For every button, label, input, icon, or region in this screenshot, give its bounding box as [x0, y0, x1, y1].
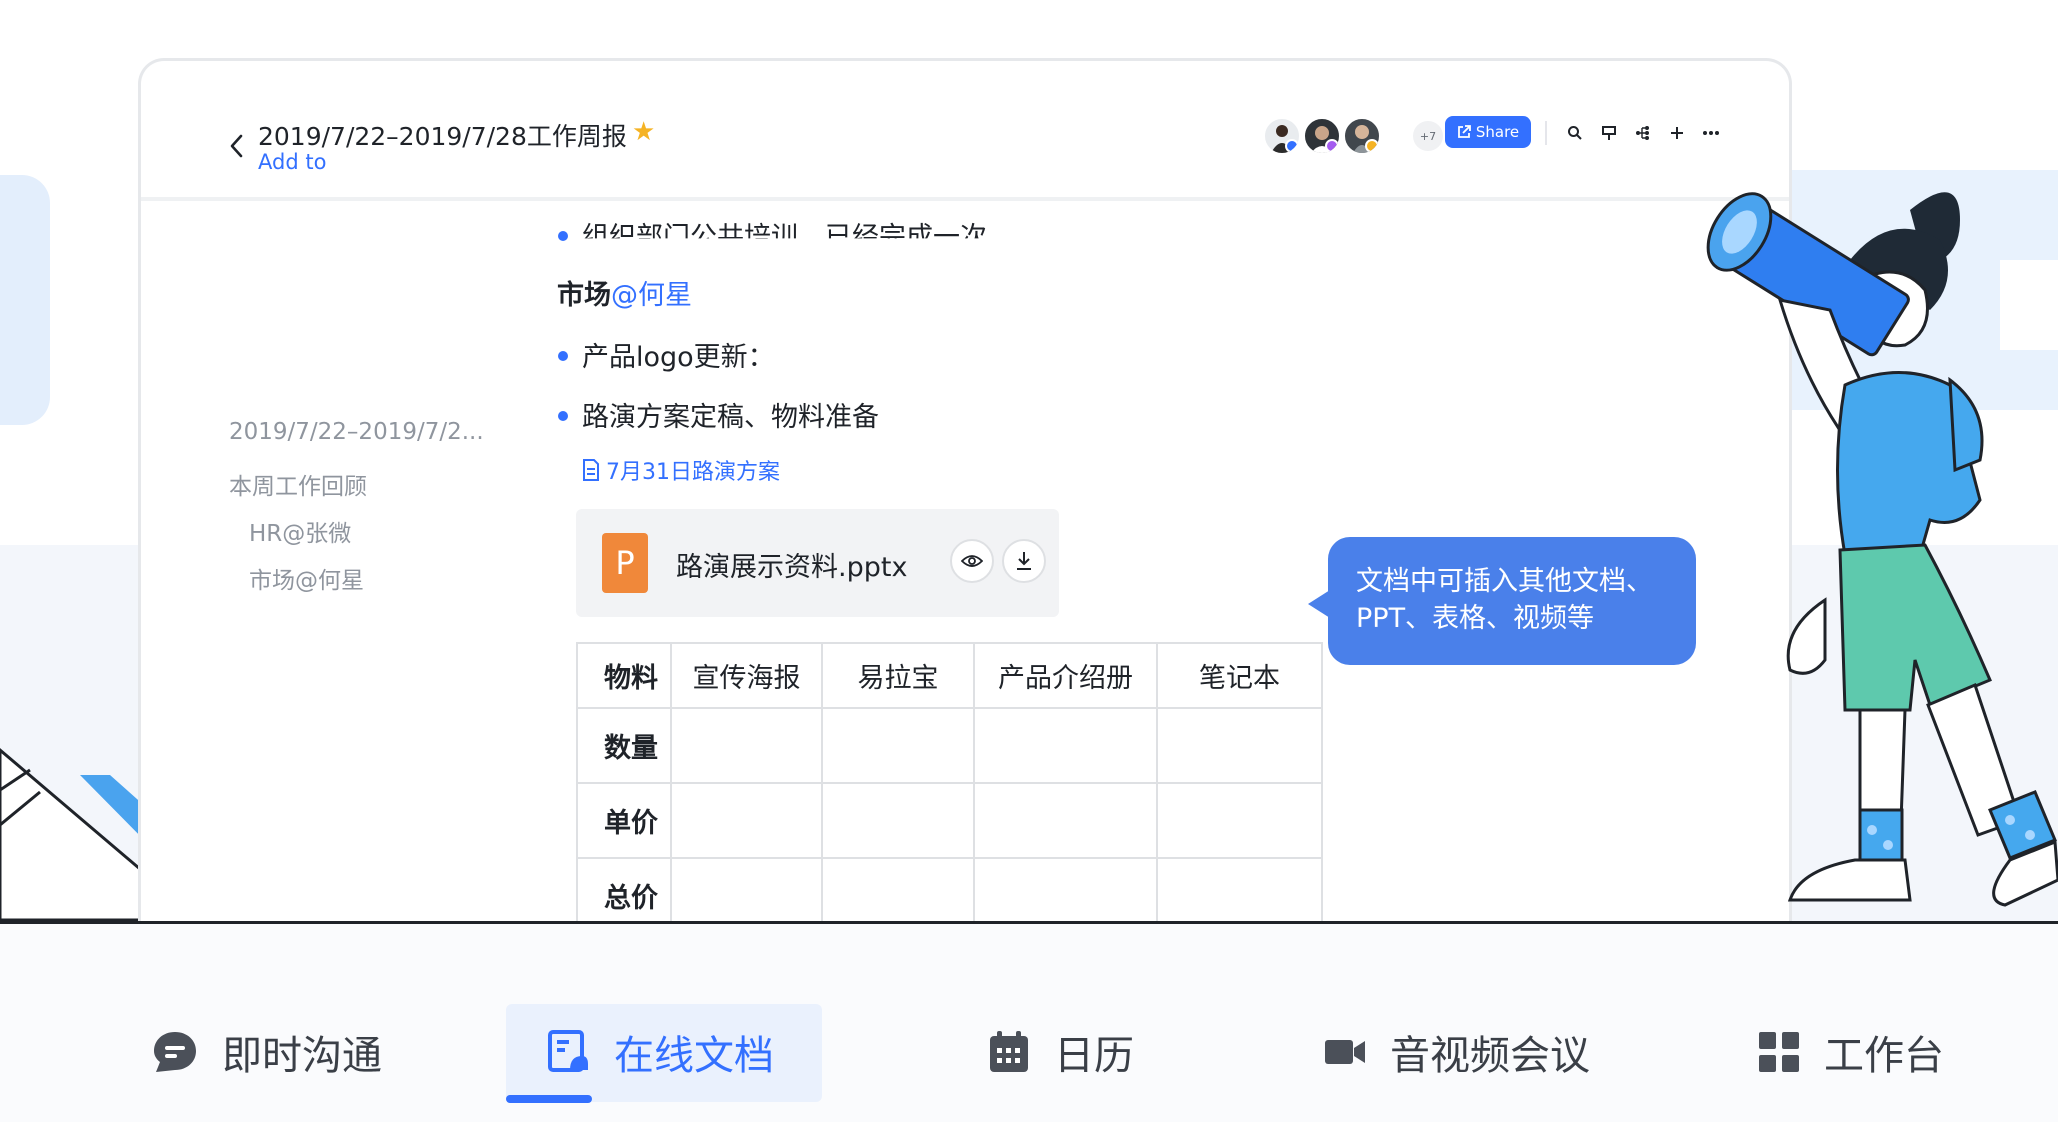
nav-item-workplace[interactable]: 工作台: [1758, 1004, 1944, 1100]
tree-structure-icon: [1636, 126, 1649, 140]
share-button-label: Share: [1475, 123, 1520, 141]
plus-icon: [1671, 127, 1683, 139]
tooltip-tail: [1308, 590, 1330, 618]
bullet-dot: [558, 411, 568, 421]
more-collaborators-count[interactable]: +7: [1413, 121, 1443, 151]
more-button[interactable]: [1697, 119, 1725, 147]
bullet-item: 路演方案定稿、物料准备: [582, 402, 879, 433]
table-cell[interactable]: [973, 782, 1158, 859]
document-header: 2019/7/22–2019/7/28工作周报 ★ Add to +7 Shar…: [141, 61, 1789, 201]
nav-item-label: 在线文档: [614, 1033, 774, 1079]
download-icon: [1017, 552, 1031, 570]
avatar[interactable]: [1343, 117, 1381, 155]
nav-item-docs[interactable]: 在线文档: [548, 1004, 774, 1100]
bullet-dot: [558, 351, 568, 361]
avatar[interactable]: [1303, 117, 1341, 155]
linked-document[interactable]: 7月31日路演方案: [582, 454, 780, 486]
grid-apps-icon: [1759, 1032, 1799, 1072]
user-mention[interactable]: @何星: [611, 280, 692, 311]
table-cell[interactable]: 数量: [576, 707, 672, 784]
present-button[interactable]: [1595, 119, 1623, 147]
search-icon: [1568, 126, 1582, 140]
nav-item-label: 即时沟通: [222, 1033, 382, 1079]
add-button[interactable]: [1663, 119, 1691, 147]
tooltip-line: PPT、表格、视频等: [1356, 603, 1595, 634]
video-camera-icon: [1325, 1040, 1365, 1064]
outline-item[interactable]: HR@张微: [249, 514, 351, 548]
linked-document-title: 7月31日路演方案: [606, 460, 780, 485]
document-title[interactable]: 2019/7/22–2019/7/28工作周报: [258, 117, 627, 153]
table-cell[interactable]: 产品介绍册: [973, 642, 1158, 709]
search-button[interactable]: [1561, 119, 1589, 147]
presentation-icon: [1602, 126, 1616, 140]
partial-bullet-text: 组织部门公共培训，已经完成一次: [582, 222, 987, 253]
table-row: 数量: [576, 707, 1323, 784]
nav-item-label: 音视频会议: [1390, 1033, 1590, 1079]
nav-item-label: 日历: [1054, 1033, 1134, 1079]
table-cell[interactable]: 单价: [576, 782, 672, 859]
more-horizontal-icon: [1703, 131, 1719, 135]
outline-button[interactable]: [1629, 119, 1657, 147]
toolbar-divider: [1545, 121, 1547, 145]
embedded-table[interactable]: 物料 宣传海报 易拉宝 产品介绍册 笔记本 数量 单价 总价: [576, 642, 1323, 934]
table-cell[interactable]: [821, 707, 975, 784]
table-cell[interactable]: 笔记本: [1156, 642, 1323, 709]
table-cell[interactable]: [670, 707, 823, 784]
table-cell[interactable]: 宣传海报: [670, 642, 823, 709]
attachment-filename: 路演展示资料.pptx: [676, 552, 908, 583]
eye-icon: [961, 555, 983, 567]
table-cell[interactable]: [1156, 707, 1323, 784]
table-cell[interactable]: 易拉宝: [821, 642, 975, 709]
table-row: 物料 宣传海报 易拉宝 产品介绍册 笔记本: [576, 642, 1323, 709]
avatar[interactable]: [1263, 117, 1301, 155]
background-card-left: [0, 175, 50, 425]
chevron-left-icon: [230, 134, 243, 158]
nav-item-chat[interactable]: 即时沟通: [152, 1004, 382, 1100]
download-button[interactable]: [1002, 539, 1046, 583]
table-cell[interactable]: [821, 782, 975, 859]
tooltip-line: 文档中可插入其他文档、: [1356, 566, 1653, 597]
bullet-item: 产品logo更新：: [582, 342, 775, 373]
telescope-character-illustration: [1706, 192, 2058, 907]
back-button[interactable]: [223, 129, 249, 163]
star-icon[interactable]: ★: [632, 117, 655, 147]
nav-item-label: 工作台: [1824, 1033, 1944, 1079]
section-heading-label: 市场: [557, 280, 611, 311]
nav-item-calendar[interactable]: 日历: [988, 1004, 1134, 1100]
preview-button[interactable]: [950, 539, 994, 583]
document-icon: [548, 1030, 588, 1072]
table-row: 单价: [576, 782, 1323, 859]
calendar-icon: [990, 1031, 1028, 1072]
pptx-file-icon: P: [602, 533, 648, 593]
table-cell[interactable]: [1156, 782, 1323, 859]
share-button[interactable]: Share: [1445, 116, 1531, 148]
feature-tooltip: 文档中可插入其他文档、 PPT、表格、视频等: [1328, 537, 1696, 665]
document-icon: [583, 459, 599, 481]
chat-bubble-icon: [154, 1032, 196, 1072]
bullet-dot: [558, 231, 568, 241]
table-cell[interactable]: [973, 707, 1158, 784]
table-cell[interactable]: [670, 782, 823, 859]
add-to-link[interactable]: Add to: [258, 150, 326, 174]
outline-item[interactable]: 市场@何星: [249, 561, 364, 595]
table-cell[interactable]: 物料: [576, 642, 672, 709]
outline-item[interactable]: 本周工作回顾: [229, 467, 367, 501]
outline-item[interactable]: 2019/7/22–2019/7/2...: [229, 419, 484, 445]
attachment-card[interactable]: P 路演展示资料.pptx: [576, 509, 1059, 617]
share-icon: [1457, 125, 1471, 138]
document-window: 2019/7/22–2019/7/28工作周报 ★ Add to +7 Shar…: [138, 58, 1792, 941]
nav-item-meeting[interactable]: 音视频会议: [1324, 1004, 1590, 1100]
section-heading: 市场@何星: [557, 273, 692, 312]
